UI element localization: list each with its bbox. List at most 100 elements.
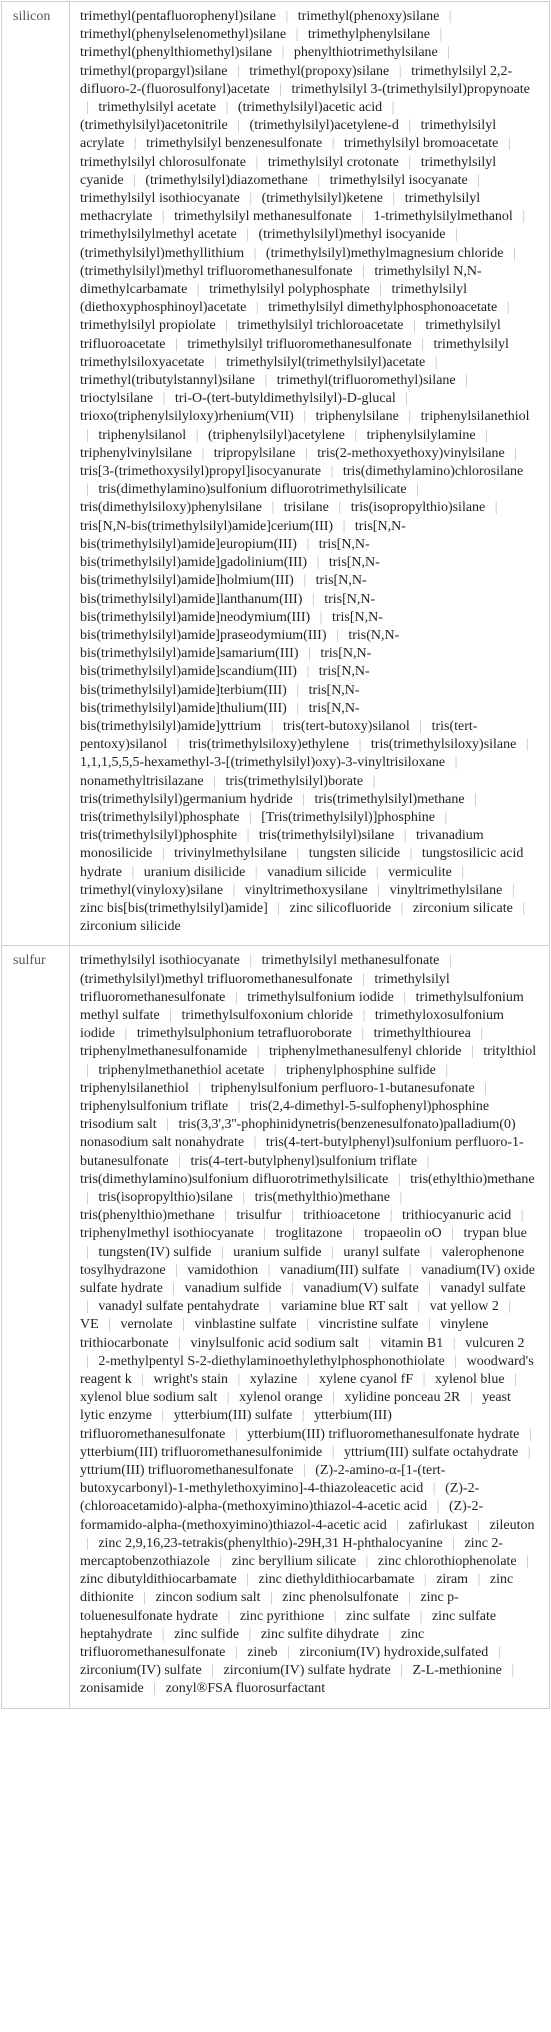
compound-item: zirconium silicide [80, 919, 181, 935]
separator: | [311, 591, 315, 607]
separator: | [255, 154, 259, 170]
compound-item: zinc sulfite dihydrate [260, 1626, 380, 1642]
separator: | [507, 136, 511, 152]
separator: | [253, 1135, 257, 1151]
separator: | [405, 391, 409, 407]
separator: | [237, 1098, 241, 1114]
compound-item: (trimethylsilyl)methyl trifluoromethanes… [80, 971, 353, 987]
separator: | [331, 1444, 335, 1460]
compound-item: vanadium silicide [267, 864, 367, 880]
compound-item: zincon sodium salt [155, 1590, 261, 1606]
compound-item: vinylsulfonic acid sodium salt [190, 1335, 359, 1351]
compound-item: tungsten(IV) sulfide [98, 1244, 212, 1260]
separator: | [342, 518, 346, 534]
compound-item: zinc bis[bis(trimethylsilyl)amide] [80, 900, 268, 916]
compound-item: yttrium(III) sulfate octahydrate [344, 1444, 519, 1460]
separator: | [86, 1535, 89, 1551]
separator: | [354, 427, 358, 443]
compound-item: ytterbium(III) trifluoromethanesulfonate… [247, 1426, 520, 1442]
separator: | [253, 245, 257, 261]
separator: | [211, 1663, 214, 1679]
compound-item: zinc dibutyldithiocarbamate [80, 1572, 237, 1588]
separator: | [162, 391, 166, 407]
compound-item: trimethyl(phenoxy)silane [297, 9, 440, 24]
compound-item: (trimethylsilyl)diazomethane [145, 172, 308, 188]
separator: | [213, 773, 216, 789]
separator: | [161, 1408, 165, 1424]
compound-item: trimethyl(propoxy)silane [249, 63, 390, 79]
separator: | [454, 755, 458, 771]
separator: | [436, 1499, 440, 1515]
separator: | [201, 445, 205, 461]
table-row-silicon: silicon trimethyl(pentafluorophenyl)silan… [1, 0, 550, 947]
compound-item: tris(4-tert-butylphenyl)sulfonium trifla… [190, 1153, 418, 1169]
separator: | [331, 1244, 334, 1260]
separator: | [295, 27, 299, 43]
separator: | [480, 1026, 484, 1042]
separator: | [470, 1044, 474, 1060]
compound-item: (trimethylsilyl)acetylene-d [249, 118, 399, 134]
separator: | [400, 1663, 403, 1679]
compound-item: zinc 2,9,16,23-tetrakis(phenylthio)-29H,… [98, 1535, 443, 1551]
separator: | [213, 354, 217, 370]
compound-item: vamidothion [187, 1262, 259, 1278]
separator: | [254, 864, 258, 880]
compound-item: vinyltrimethoxysilane [244, 882, 368, 898]
compound-item: 1-trimethylsilylmethanol [373, 209, 513, 225]
compound-item: trimethylsilyl trifluoromethanesulfonate [187, 336, 412, 352]
compound-item: trimethylsilyl methanesulfonate [174, 209, 352, 225]
separator: | [285, 9, 289, 24]
separator: | [368, 1335, 372, 1351]
separator: | [234, 1426, 238, 1442]
compound-item: trimethylsilyl trichloroacetate [237, 318, 404, 334]
separator: | [469, 1390, 473, 1406]
compound-item: uranium disilicide [143, 864, 246, 880]
separator: | [428, 1281, 432, 1297]
separator: | [452, 1535, 456, 1551]
compound-item: zirconium(IV) sulfate [80, 1663, 202, 1679]
separator: | [403, 989, 407, 1005]
compound-item: triphenylsilanethiol [420, 409, 530, 425]
compound-item: trimethylsilyl(trimethylsilyl)acetate [226, 354, 426, 370]
compound-item: vermiculite [388, 864, 452, 880]
separator: | [439, 27, 443, 43]
separator: | [362, 1007, 366, 1023]
compound-item: trimethyl(phenylselenomethyl)silane [80, 27, 287, 43]
compound-item: tris(trimethylsiloxy)silane [370, 737, 517, 753]
separator: | [246, 828, 250, 844]
separator: | [506, 300, 510, 316]
separator: | [246, 1572, 249, 1588]
compound-item: zirconium(IV) hydroxide,sulfated [299, 1645, 489, 1661]
separator: | [237, 118, 241, 134]
compound-item: vincristine sulfate [318, 1317, 419, 1333]
separator: | [248, 809, 252, 825]
separator: | [161, 1626, 165, 1642]
separator: | [319, 609, 323, 625]
compound-item: tris[3-(trimethoxysilyl)propyl]isocyanur… [80, 464, 322, 480]
separator: | [277, 900, 281, 916]
separator: | [255, 300, 259, 316]
separator: | [86, 1299, 89, 1315]
compound-item: tris(ethylthio)methane [410, 1171, 535, 1187]
separator: | [485, 427, 488, 443]
compound-item: trioctylsilane [80, 391, 154, 407]
separator: | [225, 318, 229, 334]
separator: | [421, 336, 424, 352]
separator: | [452, 1335, 456, 1351]
separator: | [508, 1299, 512, 1315]
separator: | [377, 882, 381, 898]
separator: | [306, 1372, 310, 1388]
compound-item: tris(2-methoxyethoxy)vinylsilane [317, 445, 505, 461]
separator: | [408, 154, 412, 170]
separator: | [333, 1608, 337, 1624]
compound-item: (trimethylsilyl)acetic acid [237, 100, 383, 116]
separator: | [522, 209, 526, 225]
compound-item: (trimethylsilyl)methyl trifluoromethanes… [80, 263, 353, 279]
compound-item: zinc sulfide [174, 1626, 240, 1642]
compound-item: trimethyl(vinyloxy)silane [80, 882, 224, 898]
separator: | [161, 846, 165, 862]
compound-item: zinc sulfate [346, 1608, 411, 1624]
compound-item: trimethyl(trifluoromethyl)silane [276, 373, 456, 389]
compound-item: vinyltrimethylsilane [389, 882, 503, 898]
separator: | [361, 209, 365, 225]
